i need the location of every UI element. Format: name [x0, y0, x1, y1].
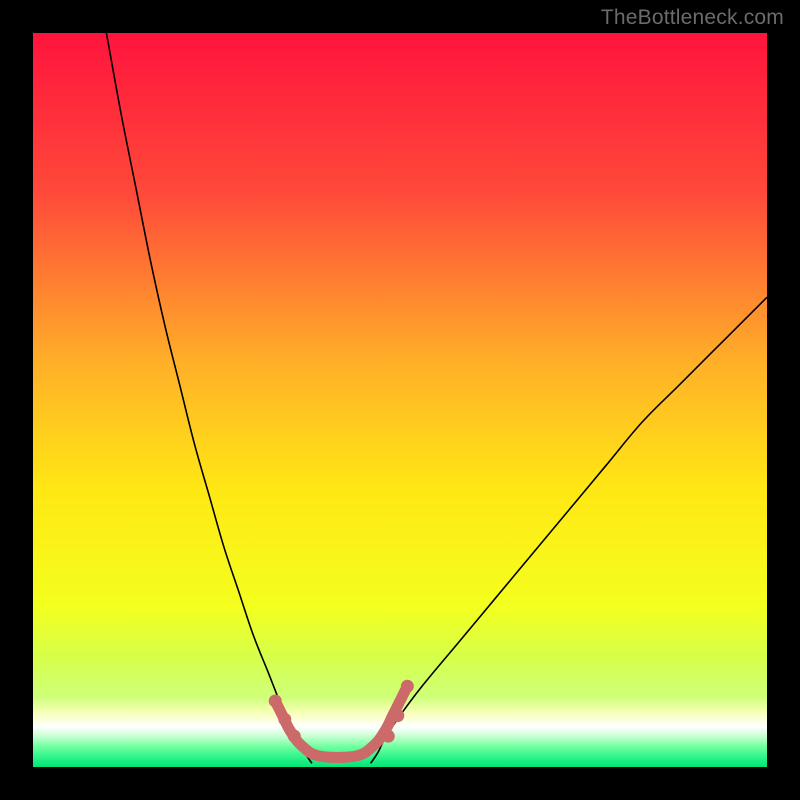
bracket-dot — [391, 709, 404, 722]
bracket-dot — [288, 730, 301, 743]
watermark-text: TheBottleneck.com — [601, 6, 784, 30]
bracket-dot — [269, 694, 282, 707]
bracket-dot — [401, 680, 414, 693]
outer-frame: TheBottleneck.com — [0, 0, 800, 800]
bottleneck-chart — [33, 33, 767, 767]
chart-background — [33, 33, 767, 767]
bracket-dot — [278, 713, 291, 726]
bracket-dot — [382, 730, 395, 743]
